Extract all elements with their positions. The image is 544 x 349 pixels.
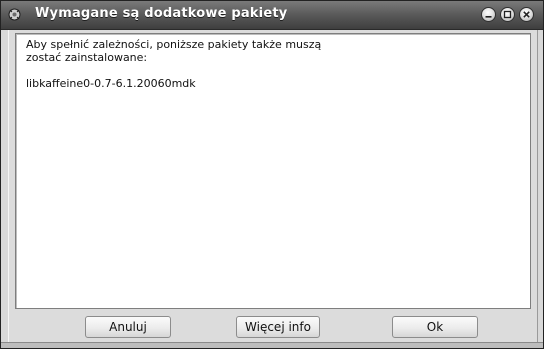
- close-icon[interactable]: [519, 7, 534, 22]
- dialog-body: Aby spełnić zależności, poniższe pakiety…: [8, 30, 538, 344]
- package-name: libkaffeine0-0.7-6.1.20060mdk: [26, 77, 196, 90]
- app-icon: [7, 7, 22, 22]
- ok-button[interactable]: Ok: [392, 316, 478, 338]
- window-title: Wymagane są dodatkowe pakiety: [35, 6, 288, 21]
- window-bottom-border: [1, 342, 543, 348]
- more-info-button[interactable]: Więcej info: [236, 316, 320, 338]
- title-bar[interactable]: Wymagane są dodatkowe pakiety: [1, 1, 543, 30]
- maximize-icon[interactable]: [500, 7, 515, 22]
- minimize-icon[interactable]: [481, 7, 496, 22]
- message-text-area[interactable]: Aby spełnić zależności, poniższe pakiety…: [15, 33, 531, 309]
- cancel-button[interactable]: Anuluj: [85, 316, 171, 338]
- dependency-message: Aby spełnić zależności, poniższe pakiety…: [26, 38, 322, 64]
- dialog-window: Wymagane są dodatkowe pakiety Aby spełni…: [0, 0, 544, 349]
